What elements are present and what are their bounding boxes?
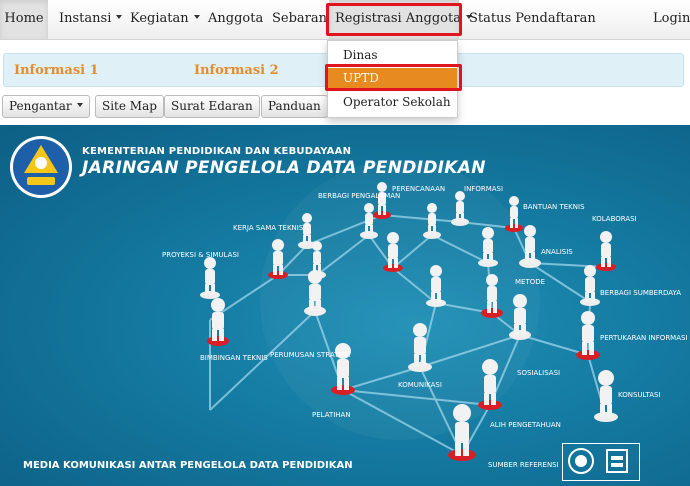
panduan-button[interactable]: Panduan: [261, 95, 328, 118]
certification-logos: [562, 443, 640, 481]
banner-footer-text: MEDIA KOMUNIKASI ANTAR PENGELOLA DATA PE…: [23, 460, 353, 471]
node-label-sosialisasi: SOSIALISASI: [517, 369, 560, 377]
node-label-kolaborasi: KOLABORASI: [592, 215, 637, 223]
informasi-2-link[interactable]: Informasi 2: [194, 63, 279, 78]
node-label-pertukaran-informasi: PERTUKARAN INFORMASI: [600, 334, 688, 342]
panduan-label: Panduan: [268, 99, 321, 113]
highlight-registrasi-box: [326, 3, 462, 36]
caret-down-icon: [193, 14, 200, 19]
node-label-bantuan-teknis: BANTUAN TEKNIS: [523, 203, 585, 211]
node-label-perumusan-strategi: PERUMUSAN STRATEGI: [270, 351, 350, 359]
pengantar-label: Pengantar: [9, 99, 72, 113]
dropdown-item-dinas[interactable]: Dinas: [328, 45, 457, 65]
node-label-berbagi-pengalaman: BERBAGI PENGALAMAN: [318, 192, 400, 200]
node-label-kerja-sama-teknis: KERJA SAMA TEKNIS: [233, 224, 304, 232]
nav-login[interactable]: Login: [653, 0, 690, 39]
nav-sebaran-label: Sebaran: [272, 11, 328, 26]
node-label-informasi: INFORMASI: [464, 185, 503, 193]
surat-edaran-button[interactable]: Surat Edaran: [164, 95, 260, 118]
caret-down-icon: [116, 14, 123, 19]
network-illustration: PERENCANAAN INFORMASI BERBAGI PENGALAMAN…: [10, 136, 688, 469]
nav-status-label: Status Pendaftaran: [469, 11, 596, 26]
nav-kegiatan[interactable]: Kegiatan: [130, 0, 200, 39]
node-label-alih-pengetahuan: ALIH PENGETAHUAN: [490, 421, 561, 429]
dropdown-item-operator-label: Operator Sekolah: [343, 95, 451, 109]
nav-home-label: Home: [4, 11, 44, 26]
dropdown-item-dinas-label: Dinas: [343, 48, 378, 62]
nav-home[interactable]: Home: [0, 0, 48, 39]
iso-certification-icon: [568, 448, 628, 474]
node-label-proyeksi-simulasi: PROYEKSI & SIMULASI: [162, 251, 239, 259]
kemdikbud-logo: [10, 136, 72, 198]
nav-anggota-label: Anggota: [208, 11, 264, 26]
nav-sebaran[interactable]: Sebaran: [272, 0, 327, 39]
node-label-bimbingan-teknis: BIMBINGAN TEKNIS: [200, 354, 268, 362]
banner-title: JARINGAN PENGELOLA DATA PENDIDIKAN: [82, 158, 486, 178]
node-label-konsultasi: KONSULTASI: [618, 391, 661, 399]
nav-instansi-label: Instansi: [59, 11, 112, 26]
nav-instansi[interactable]: Instansi: [59, 0, 123, 39]
pengantar-button[interactable]: Pengantar: [2, 95, 90, 118]
surat-edaran-label: Surat Edaran: [171, 99, 253, 113]
banner-ministry-text: KEMENTERIAN PENDIDIKAN DAN KEBUDAYAAN: [82, 146, 352, 157]
node-label-metode: METODE: [515, 278, 545, 286]
site-map-button[interactable]: Site Map: [95, 95, 164, 118]
nav-anggota[interactable]: Anggota: [208, 0, 263, 39]
node-label-analisis: ANALISIS: [541, 248, 573, 256]
node-label-berbagi-sumberdaya: BERBAGI SUMBERDAYA: [600, 289, 681, 297]
nav-kegiatan-label: Kegiatan: [130, 11, 189, 26]
highlight-uptd-box: [325, 64, 462, 91]
site-map-label: Site Map: [102, 99, 157, 113]
dropdown-item-operator-sekolah[interactable]: Operator Sekolah: [328, 92, 457, 112]
informasi-1-link[interactable]: Informasi 1: [14, 63, 99, 78]
node-label-sumber-referensi: SUMBER REFERENSI: [488, 461, 559, 469]
node-label-pelatihan: PELATIHAN: [312, 411, 351, 419]
nav-status-pendaftaran[interactable]: Status Pendaftaran: [469, 0, 596, 39]
caret-down-icon: [76, 102, 83, 107]
banner-image: PERENCANAAN INFORMASI BERBAGI PENGALAMAN…: [0, 125, 690, 486]
nav-login-label: Login: [653, 11, 690, 26]
node-label-komunikasi: KOMUNIKASI: [398, 381, 442, 389]
